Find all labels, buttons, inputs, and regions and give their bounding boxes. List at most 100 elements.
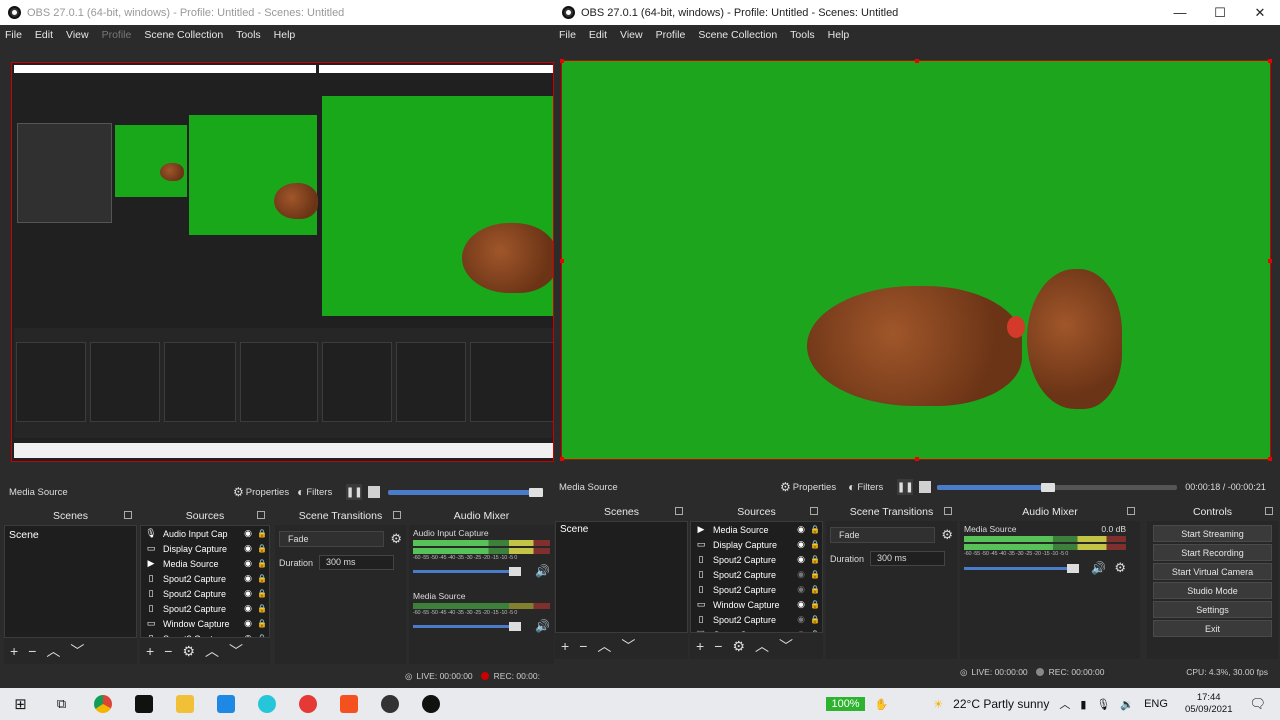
source-item[interactable]: ▶ Media Source ◉ 🔒 [691,522,822,537]
eye-icon[interactable]: ◉ [241,573,255,584]
sources-list[interactable]: 🎙 Audio Input Cap ◉ 🔒 ▭ Display Capture ◉ 🔒 ▶ Med… [140,525,270,638]
menu-profile[interactable]: Profile [102,29,132,41]
obs-taskbar-icon[interactable] [369,688,410,720]
seek-bar[interactable] [937,482,1178,492]
filters-button[interactable]: ◐ Filters [297,485,332,499]
source-item[interactable]: ▯Spout2 Capture◉🔒 [141,631,269,637]
transition-select[interactable]: Fade [830,527,936,543]
gear-icon[interactable]: ⚙ [732,638,745,655]
close-icon[interactable]: ✕ [1240,0,1280,25]
usb-icon[interactable]: ▮ [1080,698,1086,711]
stop-button[interactable] [919,481,932,493]
move-up-icon[interactable]: ︿ [46,641,60,661]
minimize-icon[interactable]: — [1160,0,1200,25]
lock-icon[interactable]: 🔒 [255,619,269,628]
volume-slider[interactable] [964,563,1080,573]
source-item[interactable]: ▯Spout2 Capture◉🔒 [691,612,822,627]
duration-input[interactable]: 300 ms [319,555,395,570]
zoom-badge[interactable]: 100% [826,697,865,711]
start-streaming-button[interactable]: Start Streaming [1153,525,1272,542]
gear-icon[interactable]: ⚙ [182,643,195,660]
resize-handle[interactable] [1268,259,1272,263]
remove-icon[interactable]: − [28,643,36,659]
seek-handle[interactable] [1040,482,1055,492]
add-icon[interactable]: + [146,643,154,659]
lock-icon[interactable]: 🔒 [808,600,822,609]
transition-select[interactable]: Fade [279,531,385,547]
filters-button[interactable]: ◐ Filters [848,480,883,494]
resize-handle[interactable] [560,259,564,263]
eye-off-icon[interactable]: ◉ [794,584,808,595]
lock-icon[interactable]: 🔒 [255,544,269,553]
eye-off-icon[interactable]: ◉ [794,569,808,580]
file-explorer-icon[interactable] [164,688,205,720]
float-icon[interactable] [124,511,132,519]
menu-help[interactable]: Help [828,29,850,41]
chrome-icon[interactable] [82,688,123,720]
source-item[interactable]: ▯Spout2 Capture◉🔒 [141,571,269,586]
chevron-up-icon[interactable]: ︿ [1059,696,1070,712]
source-item[interactable]: ▯Spout2 Capture◉🔒 [691,582,822,597]
eye-icon[interactable]: ◉ [794,599,808,610]
menu-tools[interactable]: Tools [236,29,261,41]
add-icon[interactable]: + [696,638,704,654]
float-icon[interactable] [944,507,952,515]
speaker-icon[interactable]: 🔊 [535,619,550,633]
eye-icon[interactable]: ◉ [794,524,808,535]
eye-icon[interactable]: ◉ [241,603,255,614]
seek-handle[interactable] [529,487,544,497]
remove-icon[interactable]: − [714,638,722,654]
app-red-play-icon[interactable] [287,688,328,720]
source-item[interactable]: ▶ Media Source ◉ 🔒 [141,556,269,571]
scenes-list[interactable]: Scene [4,525,137,638]
remove-icon[interactable]: − [164,643,172,659]
menu-profile[interactable]: Profile [656,29,686,41]
source-item[interactable]: 🎙 Audio Input Cap ◉ 🔒 [141,526,269,541]
scenes-list[interactable]: Scene [555,521,688,633]
app-ns-icon[interactable] [123,688,164,720]
source-item[interactable]: ▯Spout2 Capture◉🔒 [141,601,269,616]
weather-text[interactable]: 22°C Partly sunny [953,697,1049,711]
resize-handle[interactable] [915,457,919,461]
lock-icon[interactable]: 🔒 [255,589,269,598]
settings-button[interactable]: Settings [1153,601,1272,618]
clock[interactable]: 17:44 05/09/2021 [1185,692,1233,716]
menu-view[interactable]: View [66,29,89,41]
pause-button[interactable]: ❚❚ [897,479,914,495]
gear-icon[interactable]: ⚙ [390,531,402,547]
resize-handle[interactable] [1268,59,1272,63]
menu-file[interactable]: File [5,29,22,41]
lock-icon[interactable]: 🔒 [808,555,822,564]
sources-list[interactable]: ▶ Media Source ◉ 🔒 ▭ Display Capture ◉ 🔒 ▯ Spout2… [690,521,823,633]
volume-slider[interactable] [413,621,522,631]
move-down-icon[interactable]: ﹀ [70,641,84,661]
float-icon[interactable] [1265,507,1273,515]
float-icon[interactable] [675,507,683,515]
speaker-icon[interactable]: 🔊 [535,564,550,578]
menu-edit[interactable]: Edit [589,29,607,41]
volume-slider[interactable] [413,566,522,576]
windows-start-icon[interactable]: ⊞ [0,688,41,720]
eye-icon[interactable]: ◉ [241,543,255,554]
source-item[interactable]: ▯Spout2 Capture◉🔒 [691,552,822,567]
float-icon[interactable] [393,511,401,519]
studio-mode-button[interactable]: Studio Mode [1153,582,1272,599]
app-teal-icon[interactable] [246,688,287,720]
speaker-icon[interactable]: 🔊 [1091,561,1106,575]
move-down-icon[interactable]: ﹀ [779,636,793,656]
source-item[interactable]: ▭ Window Capture ◉ 🔒 [691,597,822,612]
duration-input[interactable]: 300 ms [870,551,946,566]
lock-icon[interactable]: 🔒 [808,540,822,549]
menu-help[interactable]: Help [274,29,296,41]
float-icon[interactable] [257,511,265,519]
menu-scene-collection[interactable]: Scene Collection [698,29,777,41]
eye-icon[interactable]: ◉ [241,618,255,629]
lock-icon[interactable]: 🔒 [255,574,269,583]
language-indicator[interactable]: ENG [1144,698,1168,710]
lock-icon[interactable]: 🔒 [255,604,269,613]
eye-icon[interactable]: ◉ [241,588,255,599]
lock-icon[interactable]: 🔒 [808,525,822,534]
start-recording-button[interactable]: Start Recording [1153,544,1272,561]
resize-handle[interactable] [1268,457,1272,461]
move-down-icon[interactable]: ﹀ [229,641,243,661]
